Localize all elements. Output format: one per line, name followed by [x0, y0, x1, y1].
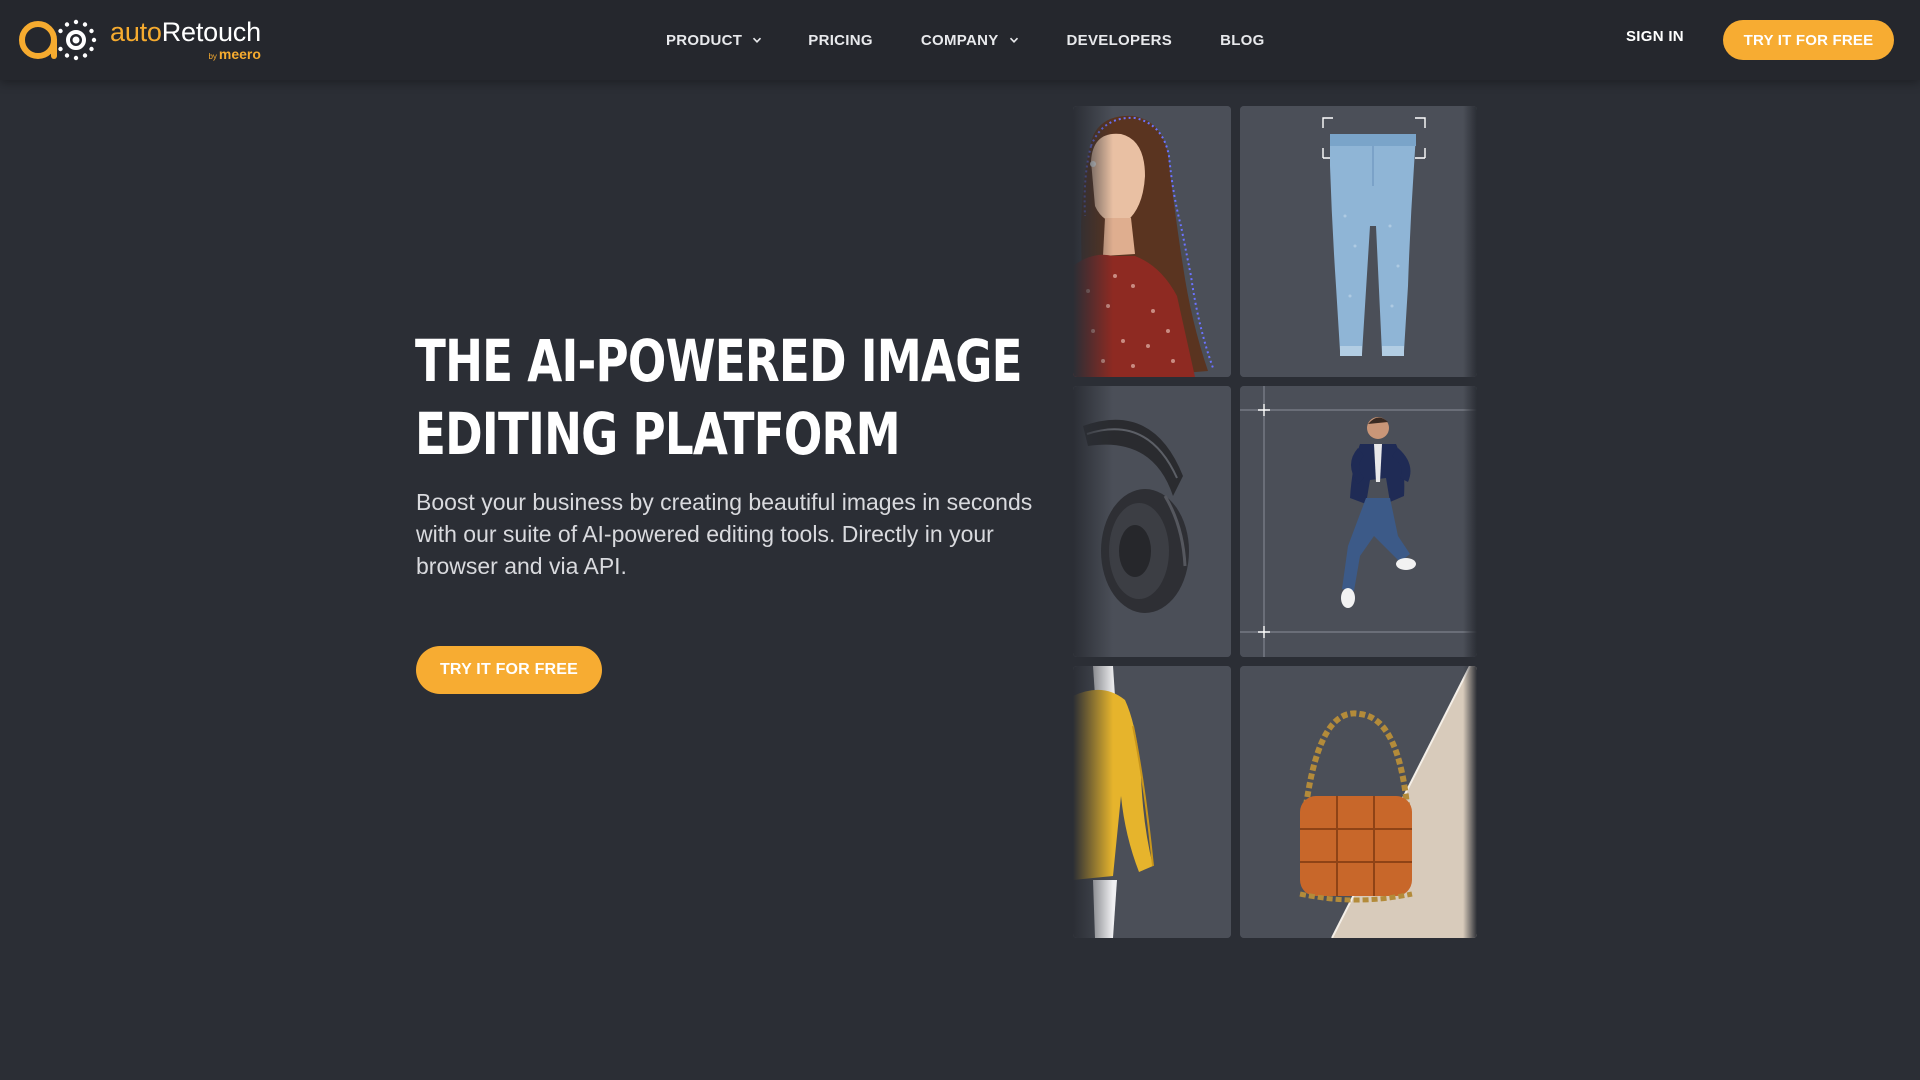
logo-wordmark: autoRetouch by meero [110, 19, 261, 62]
logo-by-meero: by meero [208, 47, 260, 61]
gallery-tile-yellow-blouse [1073, 666, 1231, 938]
logo-name-auto: auto [110, 17, 162, 47]
nav-item-blog-label: BLOG [1220, 31, 1265, 49]
logo-name-retouch: Retouch [161, 17, 261, 47]
tile-fade-overlay [1463, 666, 1477, 938]
autoretouch-logo[interactable]: autoRetouch by meero [18, 16, 261, 64]
nav-item-company-label: COMPANY [920, 31, 999, 49]
sign-in-link[interactable]: SIGN IN [1626, 28, 1684, 45]
chevron-down-icon [1009, 37, 1018, 43]
tile-fade-overlay [1073, 386, 1113, 657]
nav-item-developers-label: DEVELOPERS [1066, 31, 1173, 49]
hero-title-line-1: THE AI-POWERED IMAGE [415, 327, 1023, 395]
product-image-gallery [1073, 106, 1477, 938]
hero-subtitle: Boost your business by creating beautifu… [416, 489, 1033, 579]
gallery-tile-jeans [1240, 106, 1477, 377]
chevron-down-icon [753, 37, 762, 43]
nav-item-pricing[interactable]: PRICING [808, 32, 873, 49]
hero-title-line-2: EDITING PLATFORM [415, 400, 901, 468]
gallery-tile-woman-portrait [1073, 106, 1231, 377]
logo-by-name: meero [218, 46, 261, 62]
hero-try-free-button[interactable]: TRY IT FOR FREE [416, 646, 602, 694]
logo-name: autoRetouch [110, 19, 261, 46]
jumping-man-image [1240, 386, 1477, 657]
nav-item-pricing-label: PRICING [808, 31, 873, 49]
tile-fade-overlay [1463, 106, 1477, 377]
tile-fade-overlay [1463, 386, 1477, 657]
nav-item-company[interactable]: COMPANY [921, 32, 1019, 49]
main-menu: PRODUCT PRICING COMPANY DEVELOPERS BLOG [666, 0, 1265, 80]
logo-by-prefix: by [208, 52, 217, 61]
hero-title: THE AI-POWERED IMAGE EDITING PLATFORM [415, 325, 1023, 471]
top-navigation: autoRetouch by meero PRODUCT PRICING COMP… [0, 0, 1920, 80]
jeans-image [1240, 106, 1477, 377]
nav-item-blog[interactable]: BLOG [1220, 32, 1265, 49]
gallery-tile-headphones [1073, 386, 1231, 657]
gallery-tile-orange-handbag [1240, 666, 1477, 938]
gallery-tile-jumping-man [1240, 386, 1477, 657]
autoretouch-logo-mark-icon [19, 19, 97, 61]
nav-try-free-button[interactable]: TRY IT FOR FREE [1723, 20, 1894, 60]
tile-fade-overlay [1073, 666, 1113, 938]
nav-item-developers[interactable]: DEVELOPERS [1067, 32, 1173, 49]
tile-fade-overlay [1073, 106, 1113, 377]
nav-item-product-label: PRODUCT [666, 31, 743, 49]
orange-handbag-image [1240, 666, 1477, 938]
nav-item-product[interactable]: PRODUCT [666, 32, 762, 49]
